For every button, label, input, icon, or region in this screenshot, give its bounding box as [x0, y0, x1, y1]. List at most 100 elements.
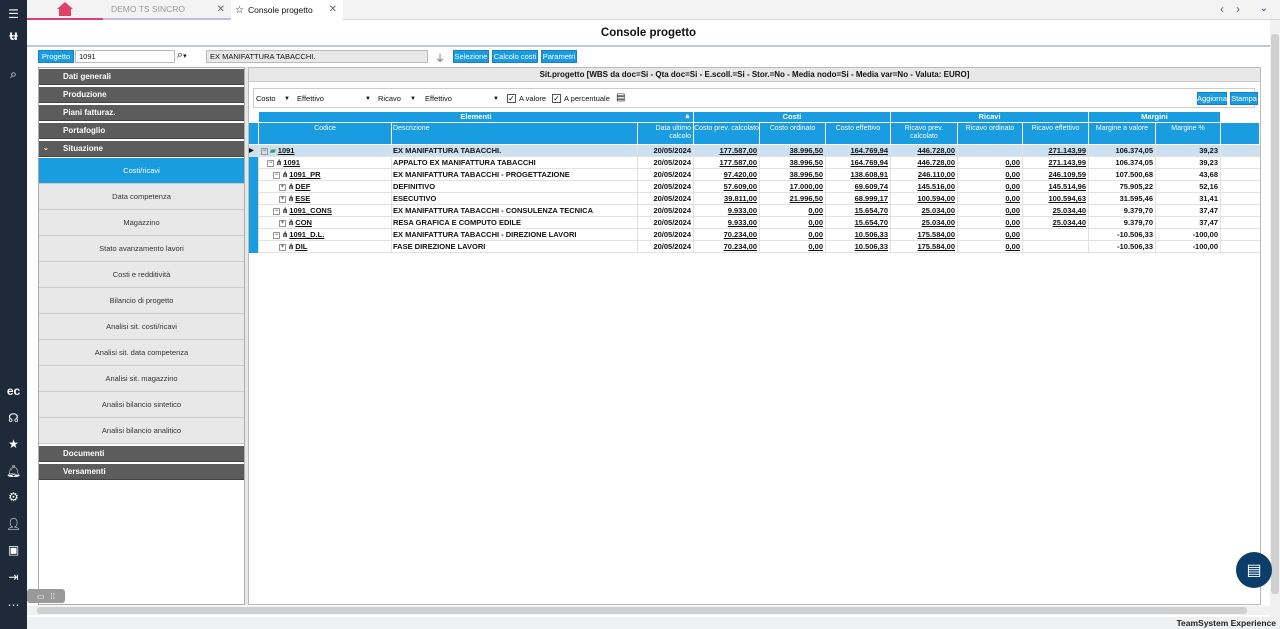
cell-rp[interactable]: 100.594,00: [891, 193, 958, 205]
costo-select[interactable]: Costo ▼: [256, 93, 290, 105]
cell-re[interactable]: 100.594,63: [1023, 193, 1089, 205]
cell-codice[interactable]: − ⋔1091_D.L.: [259, 229, 392, 241]
folder-icon[interactable]: ▣: [0, 540, 27, 560]
cell-ro[interactable]: 0,00: [958, 229, 1023, 241]
mini-toolbar[interactable]: ▭ ⁞⁞: [27, 589, 65, 603]
cell-rp[interactable]: 446.728,00: [891, 145, 958, 157]
row-indicator[interactable]: [249, 181, 259, 193]
col-header-ricavo-effettivo[interactable]: Ricavo effettivo: [1023, 122, 1089, 144]
cell-re[interactable]: 145.514,96: [1023, 181, 1089, 193]
tree-toggle-icon[interactable]: −: [261, 147, 268, 155]
cell-co[interactable]: 0,00: [760, 217, 826, 229]
chat-icon[interactable]: ▤: [1236, 552, 1272, 588]
code-text[interactable]: 1091: [283, 158, 300, 167]
cell-mv[interactable]: 31.595,46: [1089, 193, 1156, 205]
cell-ro[interactable]: 0,00: [958, 157, 1023, 169]
cell-codice[interactable]: − ▰ 1091: [259, 145, 392, 157]
cell-cp[interactable]: 177.587,00: [694, 145, 760, 157]
col-header-descrizione[interactable]: Descrizione: [392, 122, 638, 144]
cell-codice[interactable]: − ⋔1091: [259, 157, 392, 169]
ec-icon[interactable]: ec: [0, 381, 27, 401]
tree-toggle-icon[interactable]: +: [279, 183, 286, 191]
stampa-button[interactable]: Stampa: [1230, 92, 1258, 105]
cell-ce[interactable]: 164.769,94: [826, 157, 891, 169]
cell-rp[interactable]: 25.034,00: [891, 217, 958, 229]
cell-mv[interactable]: -10.506,33: [1089, 229, 1156, 241]
scroll-thumb[interactable]: [1271, 34, 1279, 594]
vertical-scrollbar[interactable]: [1270, 20, 1280, 617]
progetto-button[interactable]: Progetto: [38, 50, 74, 63]
tree-toggle-icon[interactable]: +: [279, 219, 286, 227]
tree-toggle-icon[interactable]: +: [279, 195, 286, 203]
sidebar-header-situazione[interactable]: ⌄ Situazione: [39, 141, 244, 157]
col-header-ricavo-prev[interactable]: Ricavo prev. calcolato: [891, 122, 958, 144]
search-icon[interactable]: ⌕: [0, 64, 27, 84]
cell-cp[interactable]: 70.234,00: [694, 241, 760, 253]
cell-date[interactable]: 20/05/2024: [638, 205, 694, 217]
ricavo-mode-select[interactable]: Effettivo ▼: [425, 93, 499, 105]
col-header-margine-valore[interactable]: Margine a valore: [1089, 122, 1156, 144]
cell-cp[interactable]: 39.811,00: [694, 193, 760, 205]
cell-rp[interactable]: 175.584,00: [891, 241, 958, 253]
cell-ce[interactable]: 138.608,91: [826, 169, 891, 181]
sidebar-header-portafoglio[interactable]: Portafoglio: [39, 123, 244, 139]
code-text[interactable]: DEF: [295, 182, 310, 191]
col-header-codice[interactable]: Codice: [259, 122, 392, 144]
sidebar-item-analisi-data-competenza[interactable]: Analisi sit. data competenza: [39, 340, 244, 366]
cell-ce[interactable]: 164.769,94: [826, 145, 891, 157]
logout-icon[interactable]: ⇥: [0, 567, 27, 587]
cell-mv[interactable]: 107.500,68: [1089, 169, 1156, 181]
cell-date[interactable]: 20/05/2024: [638, 181, 694, 193]
hamburger-menu-icon[interactable]: ☰: [0, 4, 27, 24]
tree-toggle-icon[interactable]: −: [273, 171, 280, 179]
filter-icon[interactable]: ⏚: [435, 50, 445, 65]
cell-date[interactable]: 20/05/2024: [638, 229, 694, 241]
cell-ro[interactable]: 0,00: [958, 241, 1023, 253]
a-percentuale-checkbox[interactable]: ✓: [552, 94, 561, 103]
sidebar-item-bilancio-progetto[interactable]: Bilancio di progetto: [39, 288, 244, 314]
table-row[interactable]: − ⋔1091_CONS EX MANIFATTURA TABACCHI - CON…: [249, 205, 1260, 217]
scroll-thumb[interactable]: [37, 607, 1247, 614]
cell-rp[interactable]: 25.034,00: [891, 205, 958, 217]
table-row[interactable]: + ⋔DEF DEFINITIVO 20/05/2024 57.609,00 17.000…: [249, 181, 1260, 193]
sidebar-header-documenti[interactable]: Documenti: [39, 446, 244, 462]
close-icon[interactable]: ✕: [217, 4, 225, 15]
cell-ro[interactable]: 0,00: [958, 205, 1023, 217]
tree-toggle-icon[interactable]: +: [279, 243, 286, 251]
sidebar-item-costi-redditivita[interactable]: Costi e redditività: [39, 262, 244, 288]
selezione-button[interactable]: Selezione: [453, 50, 489, 63]
sidebar-header-dati-generali[interactable]: Dati generali: [39, 69, 244, 85]
cell-co[interactable]: 0,00: [760, 205, 826, 217]
cell-co[interactable]: 38.996,50: [760, 169, 826, 181]
col-header-costo-ordinato[interactable]: Costo ordinato: [760, 122, 826, 144]
cell-ce[interactable]: 10.506,33: [826, 229, 891, 241]
project-code-input[interactable]: 1091: [75, 50, 175, 63]
table-row[interactable]: + ⋔CON RESA GRAFICA E COMPUTO EDILE 20/05/2…: [249, 217, 1260, 229]
tree-toggle-icon[interactable]: −: [273, 231, 280, 239]
col-header-margine-perc[interactable]: Margine %: [1156, 122, 1221, 144]
cell-mv[interactable]: 106.374,05: [1089, 157, 1156, 169]
star-outline-icon[interactable]: ☆: [235, 5, 244, 16]
cell-codice[interactable]: + ⋔ESE: [259, 193, 392, 205]
cell-mv[interactable]: 9.379,70: [1089, 205, 1156, 217]
cell-re[interactable]: 25.034,40: [1023, 217, 1089, 229]
cell-cp[interactable]: 9.933,00: [694, 205, 760, 217]
cell-re[interactable]: [1023, 229, 1089, 241]
code-text[interactable]: ESE: [295, 194, 310, 203]
sidebar-item-analisi-bilancio-analitico[interactable]: Analisi bilancio analitico: [39, 418, 244, 444]
row-indicator[interactable]: [249, 205, 259, 217]
cell-mp[interactable]: 52,16: [1156, 181, 1221, 193]
sidebar-item-magazzino[interactable]: Magazzino: [39, 210, 244, 236]
gear-icon[interactable]: ⚙: [0, 487, 27, 507]
cell-co[interactable]: 38.996,50: [760, 145, 826, 157]
chevron-right-icon[interactable]: ›: [1236, 2, 1240, 16]
sidebar-item-analisi-magazzino[interactable]: Analisi sit. magazzino: [39, 366, 244, 392]
save-icon[interactable]: ▤: [616, 92, 625, 103]
cell-ce[interactable]: 15.654,70: [826, 205, 891, 217]
tab-console-progetto[interactable]: ☆ Console progetto ✕: [231, 0, 343, 20]
chevron-left-icon[interactable]: ‹: [1220, 2, 1224, 16]
cell-date[interactable]: 20/05/2024: [638, 193, 694, 205]
cell-mv[interactable]: 9.379,70: [1089, 217, 1156, 229]
sidebar-item-analisi-costi-ricavi[interactable]: Analisi sit. costi/ricavi: [39, 314, 244, 340]
cell-codice[interactable]: + ⋔CON: [259, 217, 392, 229]
